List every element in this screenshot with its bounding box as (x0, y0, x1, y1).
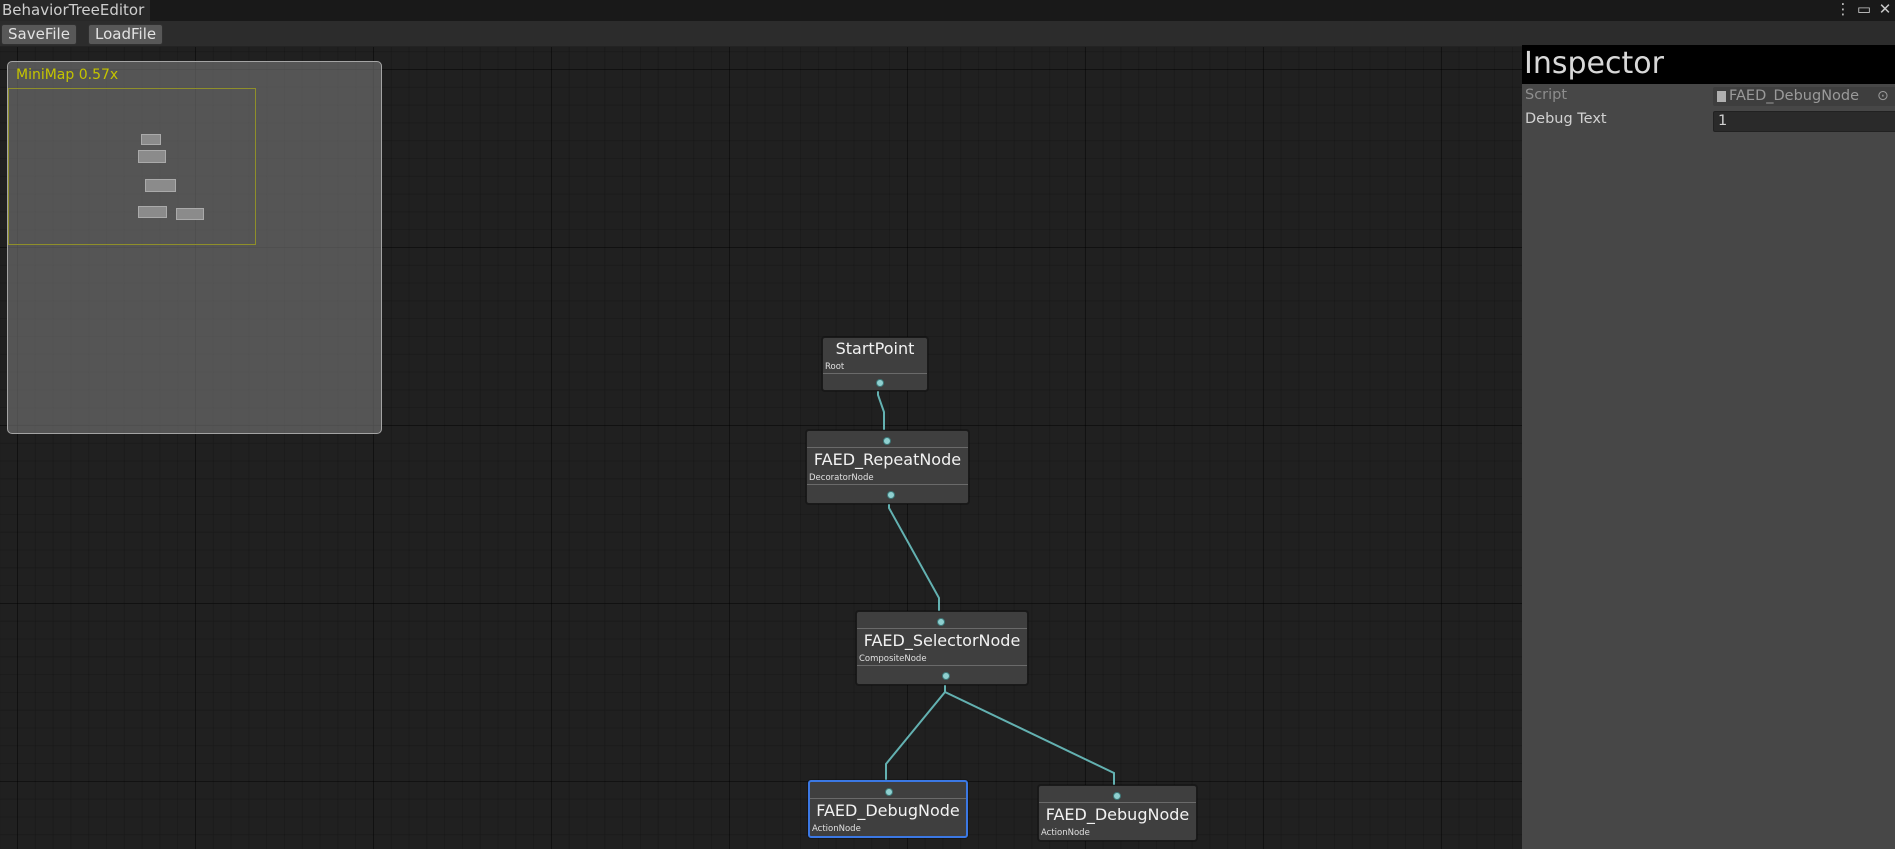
script-file-icon (1717, 91, 1726, 102)
debug-text-label: Debug Text (1525, 111, 1607, 127)
node-debug-2[interactable]: FAED_DebugNode ActionNode (1038, 785, 1197, 841)
node-type-label: Root (825, 362, 845, 372)
output-port[interactable] (942, 672, 950, 680)
node-type-label: ActionNode (812, 824, 861, 834)
output-port[interactable] (887, 491, 895, 499)
input-port[interactable] (883, 437, 891, 445)
node-divider (807, 484, 968, 485)
node-title: FAED_RepeatNode (813, 450, 962, 469)
input-port[interactable] (937, 618, 945, 626)
script-label: Script (1525, 87, 1568, 103)
minimap[interactable]: MiniMap 0.57x (7, 61, 382, 434)
node-title: FAED_DebugNode (1045, 805, 1190, 824)
node-divider (1039, 802, 1196, 803)
minimap-node (141, 134, 161, 145)
inspector-panel: Inspector Script FAED_DebugNode ⊙ Debug … (1522, 45, 1895, 849)
inspector-header: Inspector (1522, 45, 1895, 84)
inspector-title: Inspector (1524, 46, 1664, 81)
node-title: FAED_DebugNode (816, 801, 960, 820)
input-port[interactable] (1113, 792, 1121, 800)
node-selector[interactable]: FAED_SelectorNode CompositeNode (856, 611, 1028, 685)
node-type-label: CompositeNode (859, 654, 927, 664)
script-value: FAED_DebugNode (1729, 88, 1860, 104)
title-bar: BehaviorTreeEditor ⋮ ▭ ✕ (0, 0, 1895, 21)
window-tab[interactable]: BehaviorTreeEditor (0, 0, 151, 21)
node-startpoint[interactable]: StartPoint Root (822, 337, 928, 391)
save-file-button[interactable]: SaveFile (1, 24, 77, 45)
node-type-label: ActionNode (1041, 828, 1090, 838)
node-title: FAED_SelectorNode (863, 631, 1021, 650)
close-icon[interactable]: ✕ (1876, 0, 1894, 21)
node-divider (807, 447, 968, 448)
minimap-label: MiniMap 0.57x (16, 67, 119, 83)
output-port[interactable] (876, 379, 884, 387)
object-picker-icon[interactable]: ⊙ (1877, 87, 1889, 106)
node-repeat[interactable]: FAED_RepeatNode DecoratorNode (806, 430, 969, 504)
node-divider (857, 628, 1027, 629)
minimap-node (145, 179, 176, 192)
script-field: FAED_DebugNode ⊙ (1713, 87, 1895, 106)
node-debug-1[interactable]: FAED_DebugNode ActionNode (808, 780, 968, 838)
debug-text-value: 1 (1718, 113, 1728, 129)
maximize-icon[interactable]: ▭ (1855, 0, 1873, 21)
node-divider (810, 798, 966, 799)
input-port[interactable] (885, 788, 893, 796)
node-type-label: DecoratorNode (809, 473, 874, 483)
node-title: StartPoint (835, 339, 915, 358)
minimap-node (138, 206, 167, 218)
toolbar: SaveFile LoadFile (0, 21, 1895, 47)
kebab-menu-icon[interactable]: ⋮ (1834, 0, 1852, 21)
minimap-node (176, 208, 204, 220)
minimap-node (138, 150, 166, 163)
debug-text-input[interactable]: 1 (1713, 111, 1895, 132)
node-divider (823, 373, 927, 374)
load-file-button[interactable]: LoadFile (88, 24, 164, 45)
window-title: BehaviorTreeEditor (2, 1, 145, 19)
minimap-viewport[interactable] (8, 88, 256, 245)
node-divider (857, 665, 1027, 666)
